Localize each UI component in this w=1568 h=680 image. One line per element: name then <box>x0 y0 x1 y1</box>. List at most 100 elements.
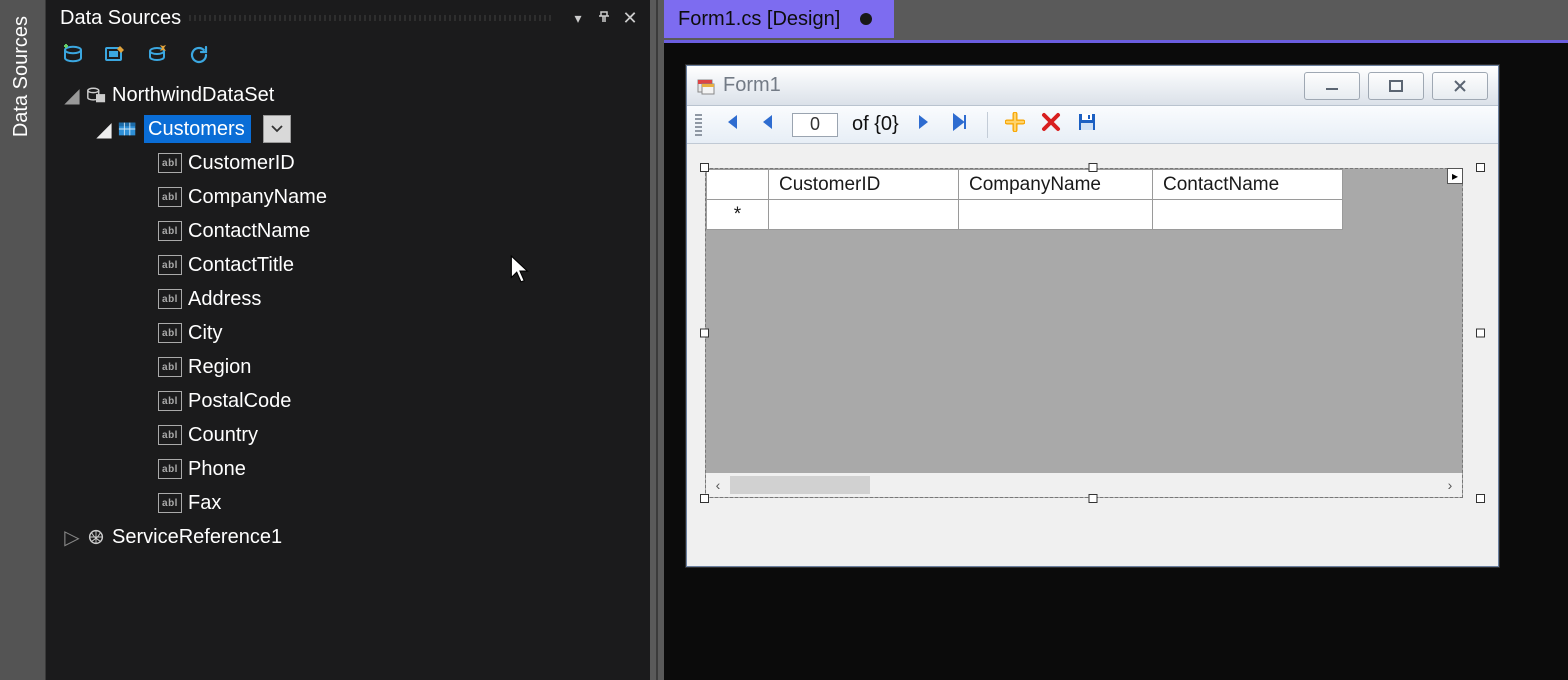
tree-item-label: Phone <box>188 458 246 481</box>
textfield-icon: abl <box>158 391 182 411</box>
splitter[interactable] <box>650 0 664 680</box>
horizontal-scrollbar[interactable]: ‹ › <box>706 473 1462 497</box>
textfield-icon: abl <box>158 425 182 445</box>
maximize-button[interactable] <box>1368 72 1424 100</box>
resize-handle[interactable] <box>1088 494 1097 503</box>
tree-item-label: Region <box>188 356 251 379</box>
pin-icon[interactable] <box>594 10 614 27</box>
resize-handle[interactable] <box>1476 163 1485 172</box>
refresh-icon[interactable] <box>186 42 212 68</box>
tree-item-label: ServiceReference1 <box>112 526 282 549</box>
data-sources-vertical-tab[interactable]: Data Sources <box>10 16 33 137</box>
tree-item-field[interactable]: abl CompanyName <box>54 180 644 214</box>
textfield-icon: abl <box>158 221 182 241</box>
save-button[interactable] <box>1076 112 1098 138</box>
tree-item-label: City <box>188 322 222 345</box>
tree-item-field[interactable]: abl ContactTitle <box>54 248 644 282</box>
winform-title: Form1 <box>723 74 781 97</box>
textfield-icon: abl <box>158 357 182 377</box>
panel-title-bar: Data Sources ▾ ✕ <box>46 0 650 36</box>
tree-item-label-selected: Customers <box>144 115 251 143</box>
caret-collapsed-icon[interactable]: ▷ <box>64 525 80 550</box>
caret-expanded-icon[interactable]: ◢ <box>96 117 112 142</box>
winform[interactable]: Form1 <box>686 65 1499 567</box>
textfield-icon: abl <box>158 323 182 343</box>
new-row-indicator: * <box>707 200 769 230</box>
resize-handle[interactable] <box>1088 163 1097 172</box>
add-data-source-icon[interactable] <box>60 42 86 68</box>
dataset-icon <box>86 85 106 105</box>
scroll-thumb[interactable] <box>730 476 870 494</box>
add-new-button[interactable] <box>1004 112 1026 138</box>
drop-type-button[interactable] <box>263 115 291 143</box>
window-dropdown-icon[interactable]: ▾ <box>568 10 588 27</box>
minimize-button[interactable] <box>1304 72 1360 100</box>
caret-expanded-icon[interactable]: ◢ <box>64 83 80 108</box>
tree-item-field[interactable]: ablPhone <box>54 452 644 486</box>
resize-handle[interactable] <box>700 494 709 503</box>
move-next-button[interactable] <box>913 113 935 137</box>
cell[interactable] <box>959 200 1153 230</box>
config-wizard-icon[interactable] <box>144 42 170 68</box>
close-icon[interactable]: ✕ <box>620 8 640 29</box>
resize-handle[interactable] <box>1476 329 1485 338</box>
datagrid-table: CustomerID CompanyName ContactName * <box>706 169 1343 230</box>
column-header[interactable]: CompanyName <box>959 170 1153 200</box>
document-tab[interactable]: Form1.cs [Design] <box>664 0 894 38</box>
tree-item-field[interactable]: abl CustomerID <box>54 146 644 180</box>
tree-item-field[interactable]: ablFax <box>54 486 644 520</box>
close-button[interactable] <box>1432 72 1488 100</box>
cell[interactable] <box>769 200 959 230</box>
resize-handle[interactable] <box>1476 494 1485 503</box>
move-first-button[interactable] <box>720 113 742 137</box>
scroll-left-icon[interactable]: ‹ <box>706 477 730 493</box>
tree-item-label: Address <box>188 288 261 311</box>
datagrid-container: ▸ CustomerID CompanyName ContactName <box>705 168 1480 498</box>
datagridview[interactable]: ▸ CustomerID CompanyName ContactName <box>705 168 1463 498</box>
edit-dataset-icon[interactable] <box>102 42 128 68</box>
tree: ◢ NorthwindDataSet ◢ Customers <box>46 74 650 558</box>
document-area: Form1.cs [Design] Form1 <box>664 0 1568 680</box>
textfield-icon: abl <box>158 187 182 207</box>
toolbar-grip-icon[interactable] <box>695 114 702 136</box>
scroll-right-icon[interactable]: › <box>1438 477 1462 493</box>
tree-item-table[interactable]: ◢ Customers <box>54 112 644 146</box>
datagrid-newrow[interactable]: * <box>707 200 1343 230</box>
tree-item-field[interactable]: ablAddress <box>54 282 644 316</box>
tab-strip: Form1.cs [Design] <box>664 0 1568 38</box>
move-last-button[interactable] <box>949 113 971 137</box>
column-header[interactable]: ContactName <box>1153 170 1343 200</box>
resize-handle[interactable] <box>700 329 709 338</box>
panel-grip <box>189 15 554 21</box>
tree-item-label: ContactTitle <box>188 254 294 277</box>
tree-item-label: Fax <box>188 492 221 515</box>
position-input[interactable] <box>792 113 838 137</box>
form-icon <box>697 77 715 95</box>
delete-button[interactable] <box>1040 112 1062 138</box>
column-header[interactable]: CustomerID <box>769 170 959 200</box>
count-label: of {0} <box>852 113 899 136</box>
service-ref-icon <box>86 527 106 547</box>
tree-item-label: CompanyName <box>188 186 327 209</box>
tree-item-dataset[interactable]: ◢ NorthwindDataSet <box>54 78 644 112</box>
tree-item-field[interactable]: abl Country <box>54 418 644 452</box>
binding-navigator: of {0} <box>687 106 1498 144</box>
tree-item-label: CustomerID <box>188 152 295 175</box>
cell[interactable] <box>1153 200 1343 230</box>
textfield-icon: abl <box>158 153 182 173</box>
tree-item-field[interactable]: abl City <box>54 316 644 350</box>
panel-toolbar <box>46 36 650 74</box>
tree-item-field[interactable]: abl ContactName <box>54 214 644 248</box>
resize-handle[interactable] <box>700 163 709 172</box>
tree-item-label: ContactName <box>188 220 310 243</box>
row-header-corner[interactable] <box>707 170 769 200</box>
tree-item-service[interactable]: ▷ ServiceReference1 <box>54 520 644 554</box>
move-prev-button[interactable] <box>756 113 778 137</box>
data-sources-panel: Data Sources ▾ ✕ <box>46 0 650 680</box>
smart-tag-icon[interactable]: ▸ <box>1447 168 1463 184</box>
tree-item-label: Country <box>188 424 258 447</box>
tree-item-field[interactable]: ablPostalCode <box>54 384 644 418</box>
tree-item-label: NorthwindDataSet <box>112 84 274 107</box>
textfield-icon: abl <box>158 255 182 275</box>
tree-item-field[interactable]: abl Region <box>54 350 644 384</box>
